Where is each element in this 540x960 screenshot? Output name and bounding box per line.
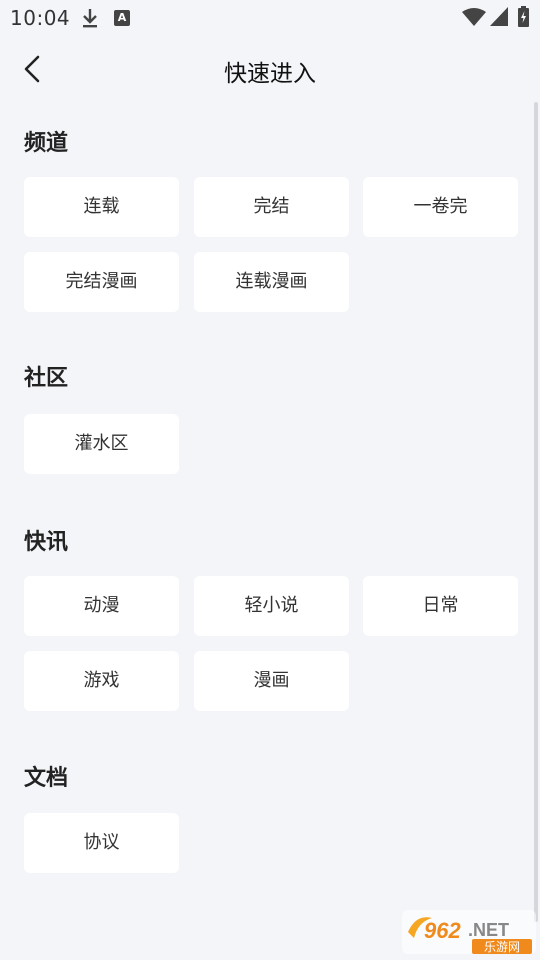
tile-completed[interactable]: 完结 — [194, 177, 349, 237]
tile-light-novel[interactable]: 轻小说 — [194, 576, 349, 636]
watermark-caption: 乐游网 — [484, 940, 520, 954]
section-title: 文档 — [24, 766, 69, 791]
tile-serializing-comics[interactable]: 连载漫画 — [194, 252, 349, 312]
tile-forum[interactable]: 灌水区 — [24, 414, 179, 474]
download-icon — [83, 9, 97, 28]
status-time: 10:04 — [10, 6, 71, 30]
section-title: 社区 — [24, 366, 69, 391]
tile-one-volume[interactable]: 一卷完 — [363, 177, 518, 237]
tile-comics[interactable]: 漫画 — [194, 651, 349, 711]
scrollbar[interactable] — [534, 102, 538, 922]
tile-daily[interactable]: 日常 — [363, 576, 518, 636]
section-channels: 频道 连载 完结 一卷完 完结漫画 连载漫画 — [24, 128, 524, 312]
section-news: 快讯 动漫 轻小说 日常 游戏 漫画 — [24, 527, 524, 711]
watermark-suffix: .NET — [468, 920, 509, 940]
battery-icon — [518, 6, 529, 27]
section-title: 频道 — [24, 131, 69, 156]
header: 快速进入 — [0, 36, 540, 102]
tile-completed-comics[interactable]: 完结漫画 — [24, 252, 179, 312]
tile-serializing[interactable]: 连载 — [24, 177, 179, 237]
section-title: 快讯 — [24, 530, 69, 555]
page-title: 快速进入 — [224, 61, 316, 87]
wifi-icon — [462, 8, 486, 26]
signal-icon — [490, 7, 508, 26]
screen: 10:04 A 快速进入 频道 连载 完结 一卷完 完结漫画 连载漫画 社区 灌… — [0, 0, 540, 960]
tile-agreement[interactable]: 协议 — [24, 813, 179, 873]
app-notification-icon: A — [114, 10, 130, 26]
watermark-brand: 962 — [424, 918, 461, 943]
watermark-logo: 962 .NET 乐游网 — [402, 910, 536, 954]
section-documents: 文档 协议 — [24, 763, 524, 873]
section-community: 社区 灌水区 — [24, 363, 524, 474]
status-bar: 10:04 A — [0, 0, 540, 36]
tile-games[interactable]: 游戏 — [24, 651, 179, 711]
tile-anime[interactable]: 动漫 — [24, 576, 179, 636]
